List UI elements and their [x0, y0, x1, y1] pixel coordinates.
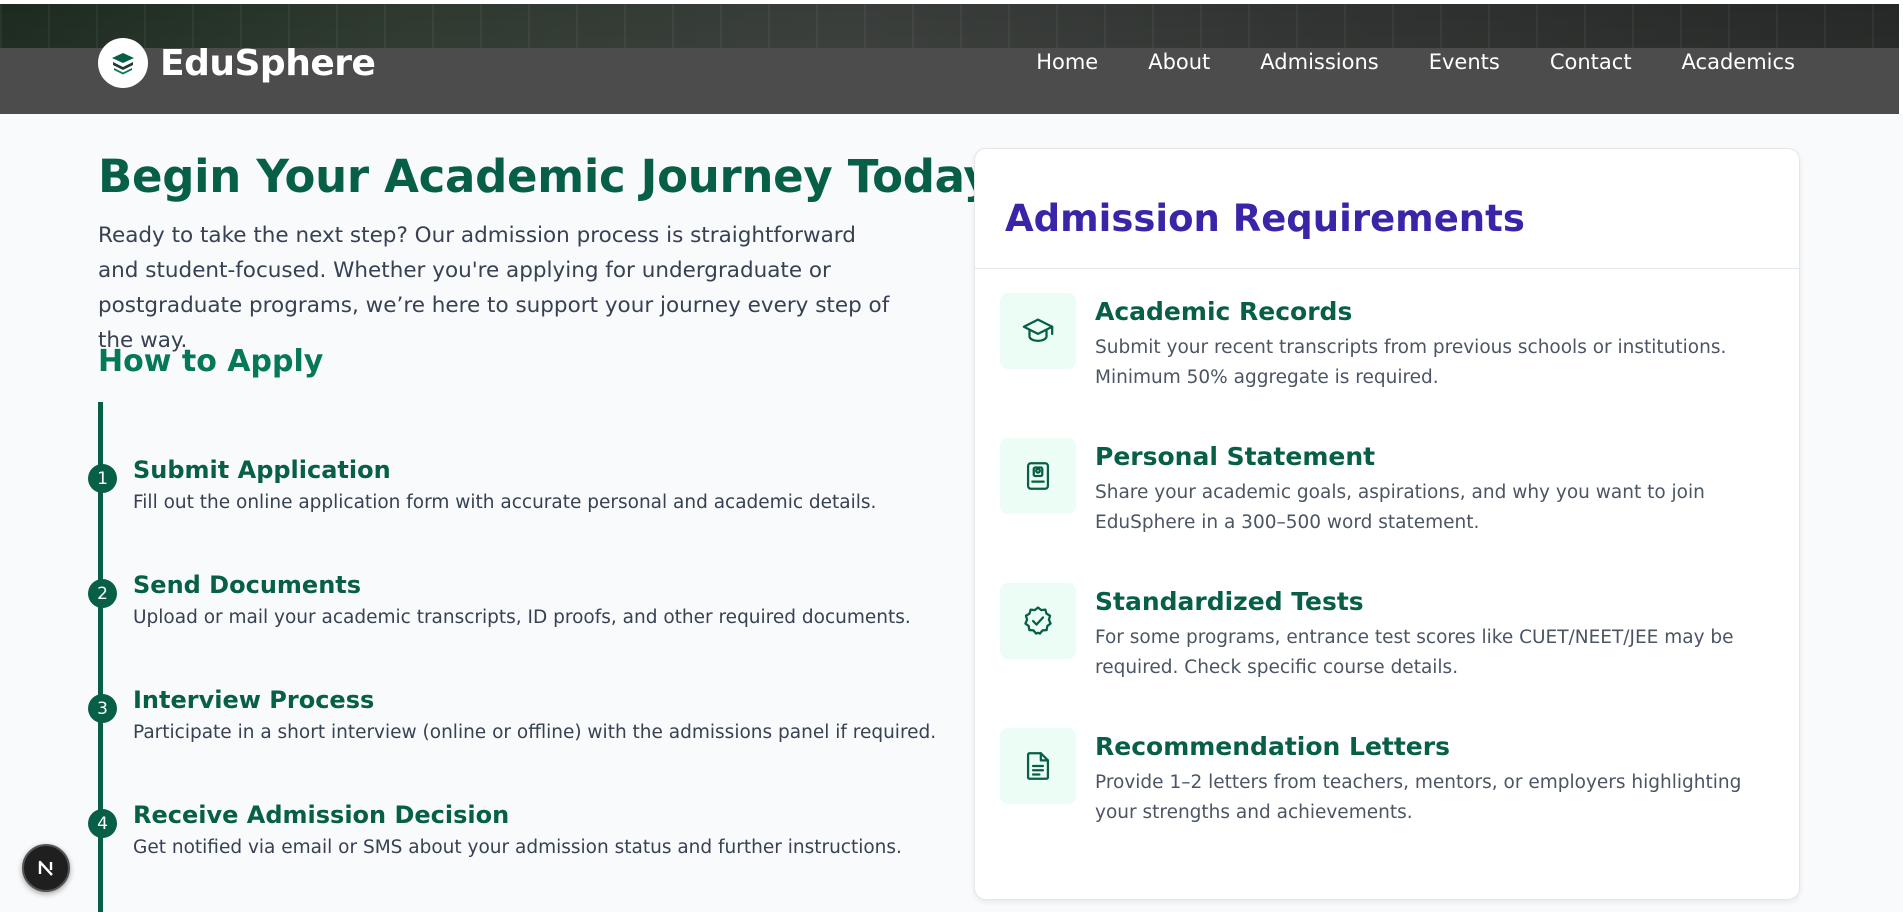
site-header: EduSphere Home About Admissions Events C… — [0, 4, 1899, 114]
step-number-badge: 2 — [88, 579, 117, 608]
nav-admissions[interactable]: Admissions — [1260, 50, 1378, 74]
admission-requirements-card: Admission Requirements Academic Records … — [974, 148, 1800, 900]
brand-name: EduSphere — [160, 42, 376, 84]
brand-logo-link[interactable]: EduSphere — [98, 38, 376, 88]
requirement-description: Submit your recent transcripts from prev… — [1095, 337, 1727, 388]
requirement-description: Share your academic goals, aspirations, … — [1095, 482, 1705, 533]
id-card-icon — [1000, 438, 1076, 514]
requirement-title: Personal Statement — [1095, 442, 1376, 471]
card-divider — [975, 268, 1799, 269]
intro-paragraph: Ready to take the next step? Our admissi… — [98, 223, 890, 353]
requirement-description: Provide 1–2 letters from teachers, mento… — [1095, 772, 1742, 823]
step-description: Upload or mail your academic transcripts… — [133, 607, 911, 628]
nav-about[interactable]: About — [1148, 50, 1210, 74]
books-logo-icon — [98, 38, 148, 88]
step-description: Fill out the online application form wit… — [133, 492, 877, 513]
step-number-badge: 1 — [88, 464, 117, 493]
nav-events[interactable]: Events — [1429, 50, 1500, 74]
document-text-icon — [1000, 728, 1076, 804]
main-nav: Home About Admissions Events Contact Aca… — [986, 50, 1795, 74]
page-title: Begin Your Academic Journey Today — [98, 150, 993, 203]
nextjs-dev-indicator-button[interactable] — [22, 844, 70, 892]
badge-check-icon — [1000, 583, 1076, 659]
nextjs-n-icon — [38, 860, 53, 876]
nav-home[interactable]: Home — [1036, 50, 1098, 74]
requirement-title: Standardized Tests — [1095, 587, 1364, 616]
how-to-apply-heading: How to Apply — [98, 344, 324, 379]
graduation-cap-icon — [1000, 293, 1076, 369]
step-description: Get notified via email or SMS about your… — [133, 837, 902, 858]
step-number-badge: 3 — [88, 694, 117, 723]
step-title: Interview Process — [133, 686, 375, 714]
requirement-description: For some programs, entrance test scores … — [1095, 627, 1734, 678]
requirements-heading: Admission Requirements — [1005, 197, 1525, 240]
step-title: Receive Admission Decision — [133, 801, 510, 829]
step-title: Send Documents — [133, 571, 362, 599]
step-number-badge: 4 — [88, 809, 117, 838]
nav-academics[interactable]: Academics — [1682, 50, 1795, 74]
requirement-title: Academic Records — [1095, 297, 1353, 326]
step-title: Submit Application — [133, 456, 391, 484]
step-description: Participate in a short interview (online… — [133, 722, 937, 743]
requirement-title: Recommendation Letters — [1095, 732, 1450, 761]
nav-contact[interactable]: Contact — [1550, 50, 1632, 74]
